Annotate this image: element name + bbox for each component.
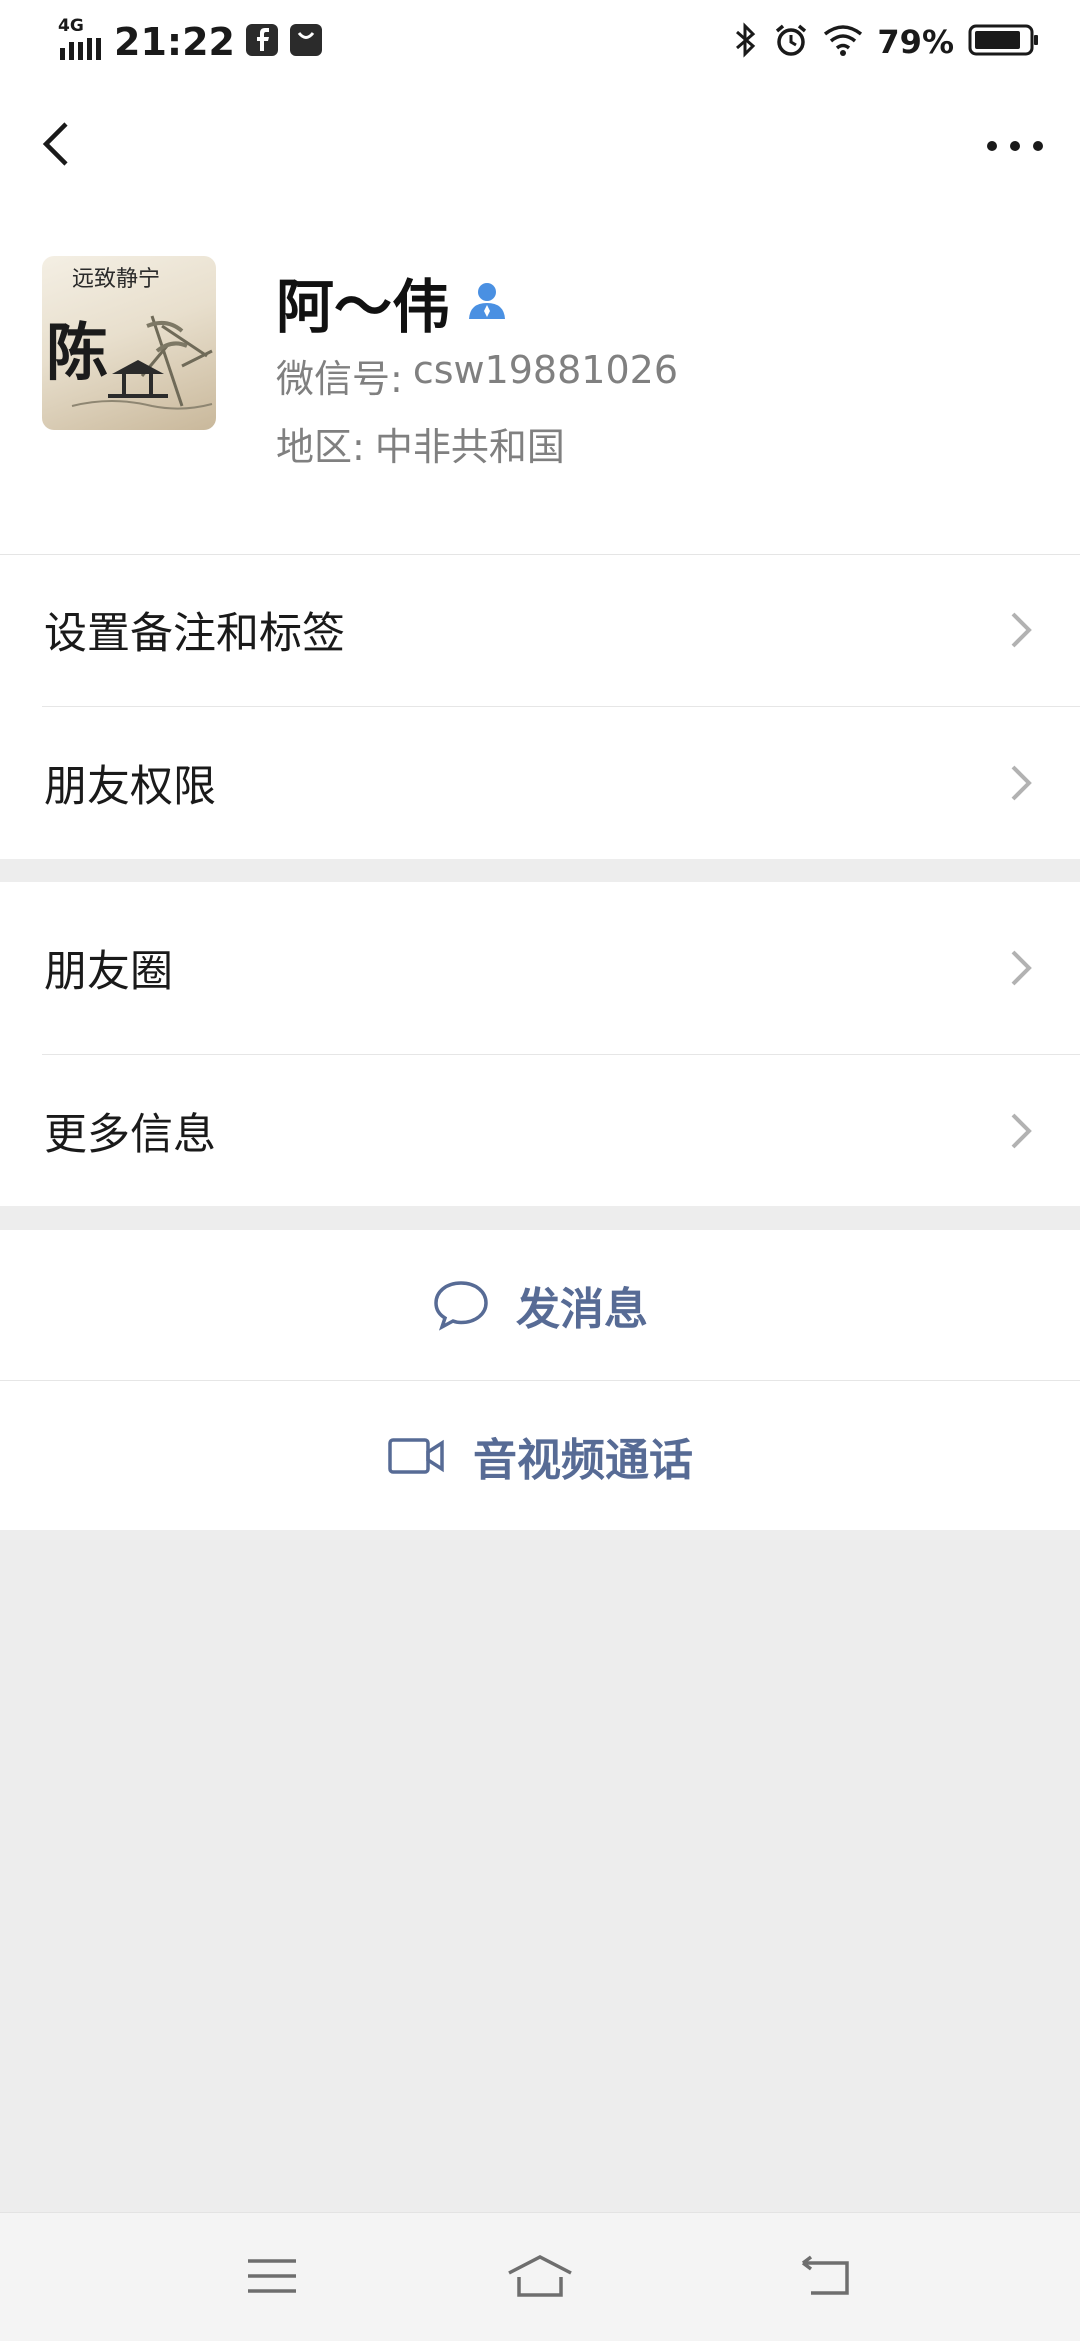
profile-header: 远致静宁 陈 阿～伟 微信号: csw19881026 地区: 中非共和国: [0, 214, 1080, 554]
menu-item-label: 设置备注和标签: [44, 609, 345, 659]
video-call-label: 音视频通话: [473, 1435, 693, 1486]
avatar[interactable]: 远致静宁 陈: [42, 256, 216, 430]
menu-item-label: 朋友圈: [44, 947, 173, 997]
wechat-id: 微信号: csw19881026: [276, 348, 678, 403]
chevron-right-icon: [1011, 1113, 1032, 1148]
avatar-calligraphy: 远致静宁: [72, 267, 160, 292]
video-camera-icon: [388, 1438, 444, 1474]
back-button[interactable]: [30, 114, 90, 174]
more-button[interactable]: [980, 114, 1050, 174]
send-message-label: 发消息: [516, 1284, 648, 1335]
facebook-icon: [245, 23, 279, 61]
wechat-id-value: csw19881026: [412, 348, 678, 392]
alarm-icon: [773, 22, 809, 62]
video-call-button[interactable]: 音视频通话: [0, 1381, 1080, 1531]
nickname: 阿～伟: [276, 273, 451, 341]
top-navigation: [0, 84, 1080, 214]
home-button[interactable]: [505, 2251, 575, 2301]
region-value: 中非共和国: [374, 425, 565, 469]
more-dots-icon: [987, 141, 1043, 151]
wifi-icon: [823, 24, 863, 60]
battery-percent: 79%: [877, 23, 954, 61]
back-nav-button[interactable]: [795, 2251, 855, 2301]
menu-item-more-info[interactable]: 更多信息: [0, 1055, 1080, 1206]
bluetooth-icon: [733, 22, 759, 62]
actions-section: 发消息 音视频通话: [0, 1230, 1080, 1530]
home-icon: [508, 2255, 572, 2297]
hamburger-icon: [248, 2259, 296, 2293]
status-bar: 4G 21:22 79%: [0, 0, 1080, 84]
person-icon: [466, 279, 508, 325]
status-left: 4G 21:22: [58, 16, 323, 66]
chat-bubble-icon: [434, 1281, 488, 1331]
menu-button[interactable]: [242, 2251, 302, 2301]
info-section: 朋友圈 更多信息: [0, 882, 1080, 1206]
wechat-id-label: 微信号:: [276, 357, 403, 401]
settings-section: 设置备注和标签 朋友权限: [0, 554, 1080, 859]
region-label: 地区:: [276, 425, 365, 469]
menu-item-label: 朋友权限: [44, 762, 216, 812]
menu-item-remark-tags[interactable]: 设置备注和标签: [0, 555, 1080, 705]
nickname-row: 阿～伟: [276, 260, 508, 344]
chevron-right-icon: [1011, 765, 1032, 801]
menu-item-friend-permissions[interactable]: 朋友权限: [0, 707, 1080, 859]
menu-item-label: 更多信息: [44, 1109, 216, 1160]
return-icon: [801, 2255, 849, 2295]
avatar-image: 远致静宁 陈: [46, 267, 213, 410]
battery-icon: [968, 23, 1040, 61]
signal-icon: 4G: [58, 16, 104, 62]
chevron-right-icon: [1011, 612, 1032, 648]
shopping-bag-icon: [289, 23, 323, 61]
chevron-right-icon: [1011, 950, 1032, 986]
status-right: 79%: [733, 18, 1040, 66]
system-navigation-bar: [0, 2212, 1080, 2341]
avatar-character: 陈: [46, 316, 108, 389]
clock: 21:22: [114, 20, 235, 64]
menu-item-moments[interactable]: 朋友圈: [0, 882, 1080, 1054]
chevron-left-icon: [42, 122, 68, 166]
send-message-button[interactable]: 发消息: [0, 1230, 1080, 1380]
region: 地区: 中非共和国: [276, 416, 565, 471]
